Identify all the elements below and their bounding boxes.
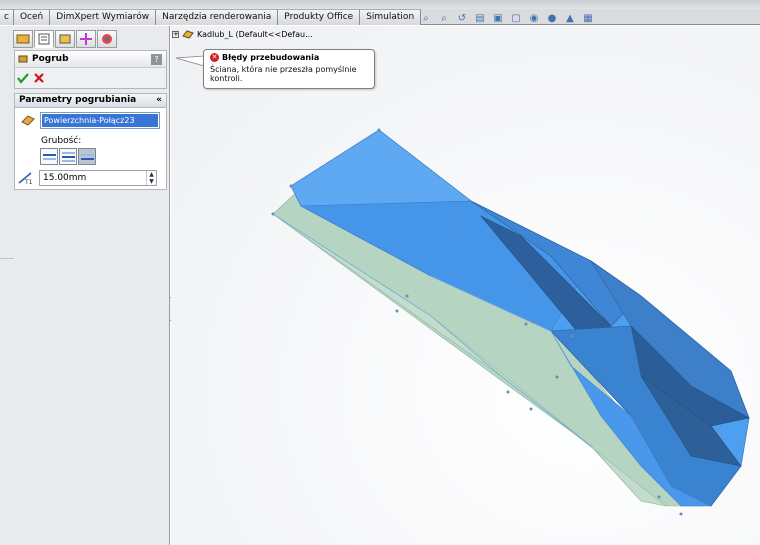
hide-show-icon[interactable]: ◉ bbox=[528, 12, 540, 24]
model-3d-body[interactable] bbox=[171, 26, 760, 545]
surface-select-icon bbox=[21, 115, 35, 126]
cancel-x-icon[interactable] bbox=[33, 72, 45, 84]
property-manager-tab[interactable] bbox=[34, 30, 54, 48]
thickness-icon: T1 bbox=[18, 172, 33, 185]
collapse-chevron-icon[interactable]: « bbox=[156, 94, 162, 107]
thicken-side-1-button[interactable] bbox=[40, 148, 58, 165]
thickness-value: 15.00mm bbox=[43, 173, 87, 183]
rebuild-error-tooltip: ✕ Błędy przebudowania Ściana, która nie … bbox=[203, 49, 375, 89]
surface-selection-box[interactable]: Powierzchnia-Połącz23 bbox=[40, 112, 160, 129]
feature-title: Pogrub bbox=[32, 54, 69, 64]
thickness-input[interactable]: 15.00mm ▲ ▼ bbox=[39, 170, 157, 186]
svg-text:T1: T1 bbox=[24, 179, 33, 185]
thickness-spinner[interactable]: ▲ ▼ bbox=[146, 171, 156, 185]
tooltip-title: Błędy przebudowania bbox=[222, 53, 320, 62]
tab-simulation[interactable]: Simulation bbox=[360, 9, 422, 25]
tooltip-title-row: ✕ Błędy przebudowania bbox=[210, 53, 319, 62]
error-icon: ✕ bbox=[210, 53, 219, 62]
part-icon bbox=[182, 30, 194, 39]
feature-panel: Pogrub ? bbox=[14, 50, 167, 89]
feature-tree-root[interactable]: + Kadlub_L (Default<<Defau... bbox=[172, 29, 313, 39]
selected-surface[interactable]: Powierzchnia-Połącz23 bbox=[42, 114, 158, 127]
configuration-icon bbox=[59, 34, 71, 44]
help-button[interactable]: ? bbox=[151, 54, 162, 65]
thicken-both-sides-button[interactable] bbox=[59, 148, 77, 165]
tab-c[interactable]: c bbox=[0, 9, 14, 25]
tree-item-label: Kadlub_L (Default<<Defau... bbox=[197, 29, 313, 39]
feature-tree-icon bbox=[16, 34, 30, 44]
feature-manager-tab[interactable] bbox=[13, 30, 33, 48]
property-icon bbox=[38, 33, 50, 45]
property-manager-pane: Pogrub ? Parametry pogrubiania « Powierz… bbox=[0, 26, 170, 545]
dimxpert-manager-tab[interactable] bbox=[76, 30, 96, 48]
group-title: Parametry pogrubiania bbox=[19, 95, 137, 105]
dimxpert-icon bbox=[80, 33, 92, 45]
tab-dimxpert[interactable]: DimXpert Wymiarów bbox=[50, 9, 157, 25]
ok-cancel-row bbox=[15, 68, 166, 88]
expand-icon[interactable]: + bbox=[172, 30, 179, 38]
scene-icon[interactable]: ▲ bbox=[564, 12, 576, 24]
zoom-area-icon[interactable]: ⌕ bbox=[438, 12, 450, 24]
command-manager-tabs: c Oceń DimXpert Wymiarów Narzędzia rende… bbox=[0, 9, 760, 25]
feature-header: Pogrub ? bbox=[15, 51, 166, 68]
display-manager-tab[interactable] bbox=[97, 30, 117, 48]
group-header[interactable]: Parametry pogrubiania « bbox=[15, 94, 166, 108]
display-icon bbox=[102, 34, 112, 44]
section-view-icon[interactable]: ▤ bbox=[474, 12, 486, 24]
edit-appearance-icon[interactable]: ● bbox=[546, 12, 558, 24]
zoom-to-fit-icon[interactable]: ⌕ bbox=[420, 12, 432, 24]
display-style-icon[interactable]: ▢ bbox=[510, 12, 522, 24]
previous-view-icon[interactable]: ↺ bbox=[456, 12, 468, 24]
thicken-side-2-button[interactable] bbox=[78, 148, 96, 165]
configuration-manager-tab[interactable] bbox=[55, 30, 75, 48]
tab-rendering-tools[interactable]: Narzędzia renderowania bbox=[156, 9, 279, 25]
view-orientation-icon[interactable]: ▣ bbox=[492, 12, 504, 24]
heads-up-view-toolbar: ⌕ ⌕ ↺ ▤ ▣ ▢ ◉ ● ▲ ▦ bbox=[420, 12, 594, 24]
thicken-parameters-group: Parametry pogrubiania « Powierzchnia-Poł… bbox=[14, 93, 167, 190]
manager-tabs bbox=[13, 30, 117, 48]
ok-checkmark-icon[interactable] bbox=[17, 72, 29, 84]
thickness-side-buttons bbox=[40, 148, 96, 165]
view-settings-icon[interactable]: ▦ bbox=[582, 12, 594, 24]
top-toolbar-strip bbox=[0, 0, 760, 9]
thicken-feature-icon bbox=[18, 55, 28, 63]
tooltip-pointer bbox=[176, 55, 205, 67]
divider bbox=[0, 258, 14, 259]
thickness-side-label: Grubość: bbox=[41, 136, 82, 146]
tab-ocen[interactable]: Oceń bbox=[13, 9, 51, 25]
thickness-row: T1 15.00mm ▲ ▼ bbox=[17, 170, 157, 186]
tooltip-message: Ściana, która nie przeszła pomyślnie kon… bbox=[210, 65, 357, 83]
tab-office-products[interactable]: Produkty Office bbox=[278, 9, 361, 25]
